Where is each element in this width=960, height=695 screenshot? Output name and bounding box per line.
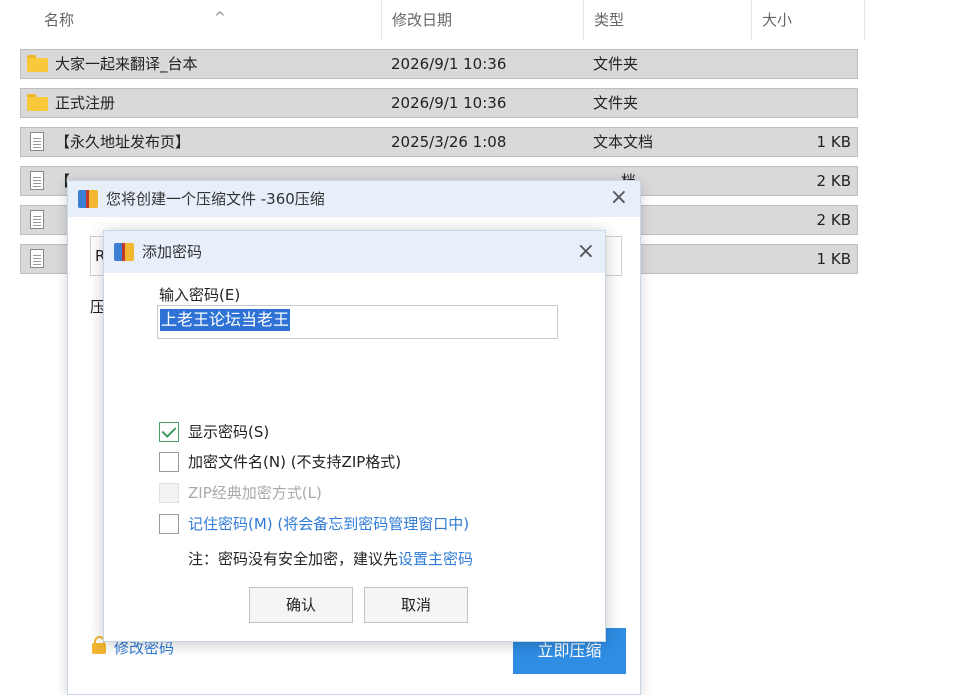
file-row[interactable]: 【永久地址发布页】 2025/3/26 1:08 文本文档 1 KB — [20, 127, 858, 157]
360-zip-app-icon — [114, 243, 134, 261]
set-master-password-link[interactable]: 设置主密码 — [398, 550, 473, 568]
password-dialog-titlebar[interactable]: 添加密码 × — [104, 231, 605, 273]
show-password-label: 显示密码(S) — [188, 423, 270, 441]
close-icon[interactable]: × — [610, 187, 628, 209]
file-name: 【永久地址发布页】 — [55, 133, 191, 151]
compress-dialog-titlebar[interactable]: 您将创建一个压缩文件 -360压缩 × — [68, 181, 640, 217]
file-modified: 2026/9/1 10:36 — [391, 55, 507, 73]
password-input[interactable]: 上老王论坛当老王 — [157, 305, 558, 339]
file-modified: 2025/3/26 1:08 — [391, 133, 507, 151]
ok-button[interactable]: 确认 — [249, 587, 353, 623]
file-type: 文本文档 — [593, 133, 654, 151]
column-modified[interactable]: 修改日期 — [382, 0, 584, 40]
folder-icon — [27, 94, 49, 112]
security-note-text: 注：密码没有安全加密，建议先 — [188, 550, 399, 568]
password-input-value: 上老王论坛当老王 — [160, 309, 291, 331]
show-password-checkbox[interactable] — [159, 422, 179, 442]
document-icon — [30, 210, 44, 229]
file-size: 2 KB — [816, 172, 851, 190]
document-icon — [30, 249, 44, 268]
column-type-label: 类型 — [594, 11, 625, 29]
cancel-button[interactable]: 取消 — [364, 587, 468, 623]
security-note: 注：密码没有安全加密，建议先设置主密码 — [188, 548, 473, 569]
zip-classic-encryption-checkbox — [159, 483, 179, 503]
file-size: 2 KB — [816, 211, 851, 229]
remember-password-checkbox[interactable] — [159, 514, 179, 534]
compress-dialog-title: 您将创建一个压缩文件 -360压缩 — [106, 190, 325, 208]
column-modified-label: 修改日期 — [392, 11, 453, 29]
file-size: 1 KB — [816, 250, 851, 268]
column-header: 名称 ^ 修改日期 类型 大小 — [20, 0, 865, 40]
close-icon[interactable]: × — [577, 241, 595, 263]
zip-classic-encryption-label: ZIP经典加密方式(L) — [188, 484, 322, 502]
column-size[interactable]: 大小 — [752, 0, 865, 40]
file-size: 1 KB — [816, 133, 851, 151]
remember-password-label: 记住密码(M) (将会备忘到密码管理窗口中) — [188, 515, 470, 533]
column-size-label: 大小 — [762, 11, 793, 29]
sort-ascending-icon: ^ — [214, 10, 226, 26]
column-name-label: 名称 — [44, 11, 75, 29]
file-type: 文件夹 — [593, 55, 639, 73]
document-icon — [30, 132, 44, 151]
encrypt-filenames-label: 加密文件名(N) (不支持ZIP格式) — [188, 453, 402, 471]
file-name: 正式注册 — [55, 94, 116, 112]
column-name[interactable]: 名称 ^ — [34, 0, 382, 40]
folder-icon — [27, 55, 49, 73]
360-zip-app-icon — [78, 190, 98, 208]
file-type: 文件夹 — [593, 94, 639, 112]
encrypt-filenames-checkbox[interactable] — [159, 452, 179, 472]
column-type[interactable]: 类型 — [584, 0, 752, 40]
password-input-label: 输入密码(E) — [159, 286, 241, 304]
add-password-dialog: 添加密码 × 输入密码(E) 上老王论坛当老王 显示密码(S) 加密文件名(N)… — [103, 230, 606, 642]
document-icon — [30, 171, 44, 190]
file-modified: 2026/9/1 10:36 — [391, 94, 507, 112]
password-dialog-title: 添加密码 — [142, 243, 203, 261]
file-name: 大家一起来翻译_台本 — [55, 55, 198, 73]
file-row[interactable]: 正式注册 2026/9/1 10:36 文件夹 — [20, 88, 858, 118]
file-row[interactable]: 大家一起来翻译_台本 2026/9/1 10:36 文件夹 — [20, 49, 858, 79]
lock-icon — [92, 636, 106, 654]
